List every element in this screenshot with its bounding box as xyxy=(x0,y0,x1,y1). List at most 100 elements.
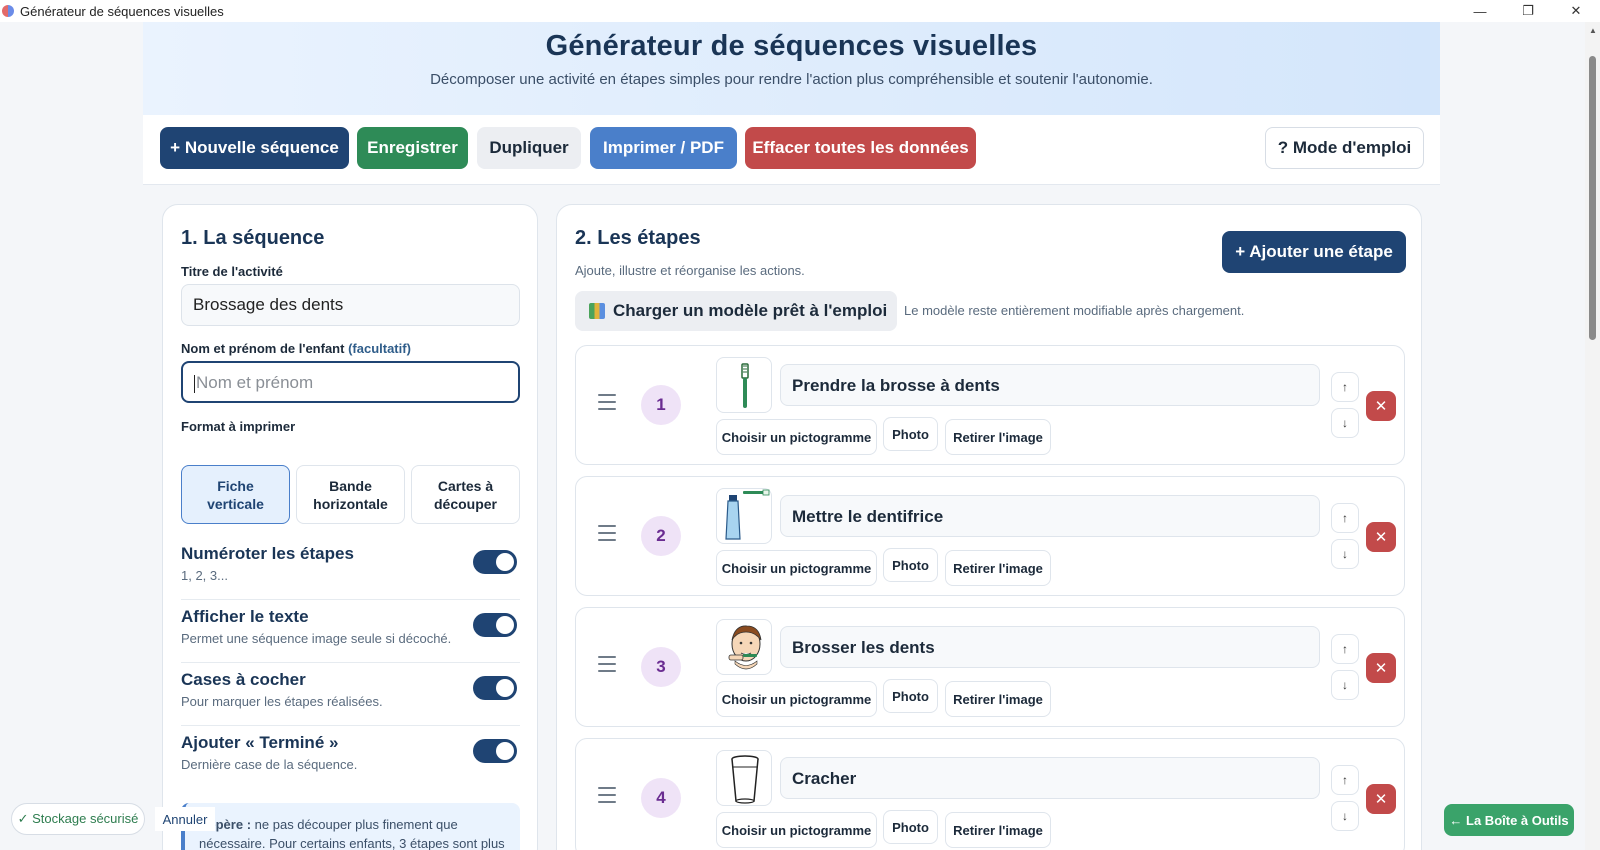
move-down-button[interactable]: ↓ xyxy=(1331,408,1359,438)
toothpaste-icon xyxy=(716,488,772,544)
step-card: 3 Brosser les dents Choisir un pictogram… xyxy=(575,607,1405,727)
choose-pictogram-button[interactable]: Choisir un pictogramme xyxy=(716,681,877,717)
add-done-toggle[interactable] xyxy=(473,739,517,763)
glass-icon xyxy=(716,750,772,806)
option-subtitle: Dernière case de la séquence. xyxy=(181,757,358,772)
option-subtitle: Permet une séquence image seule si décoc… xyxy=(181,631,452,646)
remove-image-button[interactable]: Retirer l'image xyxy=(945,550,1051,586)
remove-image-button[interactable]: Retirer l'image xyxy=(945,812,1051,848)
move-up-button[interactable]: ↑ xyxy=(1331,372,1359,402)
format-cards-option[interactable]: Cartes à découper xyxy=(411,465,520,524)
option-subtitle: Pour marquer les étapes réalisées. xyxy=(181,694,383,709)
remove-image-button[interactable]: Retirer l'image xyxy=(945,419,1051,455)
page-header: Générateur de séquences visuelles Décomp… xyxy=(143,22,1440,115)
scrollbar-thumb[interactable] xyxy=(1589,56,1596,340)
move-down-button[interactable]: ↓ xyxy=(1331,801,1359,831)
photo-button[interactable]: Photo xyxy=(883,548,938,582)
steps-heading: 2. Les étapes xyxy=(575,227,701,249)
sequence-heading: 1. La séquence xyxy=(181,227,325,249)
option-number-steps: Numéroter les étapes 1, 2, 3... xyxy=(181,538,520,600)
option-title: Numéroter les étapes xyxy=(181,544,354,563)
format-horizontal-option[interactable]: Bande horizontale xyxy=(296,465,405,524)
duplicate-button[interactable]: Dupliquer xyxy=(477,127,581,169)
delete-step-button[interactable]: ✕ xyxy=(1366,653,1396,683)
brushing-face-icon xyxy=(716,619,772,675)
choose-pictogram-button[interactable]: Choisir un pictogramme xyxy=(716,812,877,848)
photo-button[interactable]: Photo xyxy=(883,810,938,844)
move-down-button[interactable]: ↓ xyxy=(1331,539,1359,569)
format-vertical-option[interactable]: Fiche verticale xyxy=(181,465,290,524)
format-horizontal-line1: Bande xyxy=(329,477,372,494)
photo-button[interactable]: Photo xyxy=(883,679,938,713)
drag-handle-icon[interactable] xyxy=(598,787,616,808)
delete-step-button[interactable]: ✕ xyxy=(1366,522,1396,552)
checkboxes-toggle[interactable] xyxy=(473,676,517,700)
move-down-button[interactable]: ↓ xyxy=(1331,670,1359,700)
drag-handle-icon[interactable] xyxy=(598,394,616,415)
number-steps-toggle[interactable] xyxy=(473,550,517,574)
format-vertical-line1: Fiche xyxy=(217,477,254,494)
window-title: Générateur de séquences visuelles xyxy=(20,3,224,19)
option-show-text: Afficher le texte Permet une séquence im… xyxy=(181,601,520,663)
choose-pictogram-button[interactable]: Choisir un pictogramme xyxy=(716,550,877,586)
step-label-input[interactable]: Cracher xyxy=(780,757,1320,799)
tip-note: Repère : ne pas découper plus finement q… xyxy=(181,803,520,850)
load-model-label: Charger un modèle prêt à l'emploi xyxy=(613,301,888,320)
remove-image-button[interactable]: Retirer l'image xyxy=(945,681,1051,717)
format-cards-line1: Cartes à xyxy=(437,477,494,494)
step-number: 1 xyxy=(641,385,681,425)
window-titlebar: Générateur de séquences visuelles — ❐ ✕ xyxy=(0,0,1600,22)
page-scrollbar[interactable]: ▲ xyxy=(1585,22,1600,850)
step-number: 4 xyxy=(641,778,681,818)
step-number: 3 xyxy=(641,647,681,687)
move-up-button[interactable]: ↑ xyxy=(1331,503,1359,533)
secure-storage-badge: ✓ Stockage sécurisé xyxy=(11,803,145,835)
drag-handle-icon[interactable] xyxy=(598,656,616,677)
step-card: 4 Cracher Choisir un pictogramme Photo R… xyxy=(575,738,1405,850)
format-label: Format à imprimer xyxy=(181,419,296,434)
clear-all-data-button[interactable]: Effacer toutes les données xyxy=(745,127,976,169)
step-card: 1 Prendre la brosse à dents Choisir un p… xyxy=(575,345,1405,465)
delete-step-button[interactable]: ✕ xyxy=(1366,784,1396,814)
move-up-button[interactable]: ↑ xyxy=(1331,634,1359,664)
toothbrush-icon xyxy=(716,357,772,413)
activity-title-label: Titre de l'activité xyxy=(181,264,283,279)
show-text-toggle[interactable] xyxy=(473,613,517,637)
restore-button[interactable]: ❐ xyxy=(1504,0,1552,22)
new-sequence-button[interactable]: + Nouvelle séquence xyxy=(160,127,349,169)
option-title: Ajouter « Terminé » xyxy=(181,733,339,752)
load-model-note: Le modèle reste entièrement modifiable a… xyxy=(904,303,1245,318)
activity-title-input[interactable]: Brossage des dents xyxy=(181,284,520,326)
delete-step-button[interactable]: ✕ xyxy=(1366,391,1396,421)
back-to-toolbox-button[interactable]: ← La Boîte à Outils xyxy=(1444,804,1574,836)
undo-button[interactable]: Annuler xyxy=(155,807,215,831)
page-subtitle: Décomposer une activité en étapes simple… xyxy=(430,71,1153,88)
text-caret xyxy=(194,374,195,393)
photo-button[interactable]: Photo xyxy=(883,417,938,451)
choose-pictogram-button[interactable]: Choisir un pictogramme xyxy=(716,419,877,455)
print-pdf-button[interactable]: Imprimer / PDF xyxy=(590,127,737,169)
child-name-input[interactable]: Nom et prénom xyxy=(181,361,520,403)
format-horizontal-line2: horizontale xyxy=(313,495,388,512)
move-up-button[interactable]: ↑ xyxy=(1331,765,1359,795)
add-step-button[interactable]: + Ajouter une étape xyxy=(1222,231,1406,273)
page-viewport: Générateur de séquences visuelles Décomp… xyxy=(0,22,1585,850)
format-vertical-line2: verticale xyxy=(207,495,264,512)
optional-hint: (facultatif) xyxy=(348,341,411,356)
step-label-input[interactable]: Mettre le dentifrice xyxy=(780,495,1320,537)
step-label-input[interactable]: Prendre la brosse à dents xyxy=(780,364,1320,406)
scroll-up-icon[interactable]: ▲ xyxy=(1589,26,1597,35)
load-model-button[interactable]: Charger un modèle prêt à l'emploi xyxy=(575,291,897,331)
save-button[interactable]: Enregistrer xyxy=(357,127,468,169)
steps-subtitle: Ajoute, illustre et réorganise les actio… xyxy=(575,263,805,278)
close-window-button[interactable]: ✕ xyxy=(1552,0,1600,22)
books-icon xyxy=(589,303,605,319)
window-controls: — ❐ ✕ xyxy=(1456,0,1600,22)
help-button[interactable]: ? Mode d'emploi xyxy=(1265,127,1424,169)
option-add-done: Ajouter « Terminé » Dernière case de la … xyxy=(181,727,520,789)
drag-handle-icon[interactable] xyxy=(598,525,616,546)
step-label-input[interactable]: Brosser les dents xyxy=(780,626,1320,668)
minimize-button[interactable]: — xyxy=(1456,0,1504,22)
sequence-panel: 1. La séquence Titre de l'activité Bross… xyxy=(162,204,538,850)
option-subtitle: 1, 2, 3... xyxy=(181,568,228,583)
